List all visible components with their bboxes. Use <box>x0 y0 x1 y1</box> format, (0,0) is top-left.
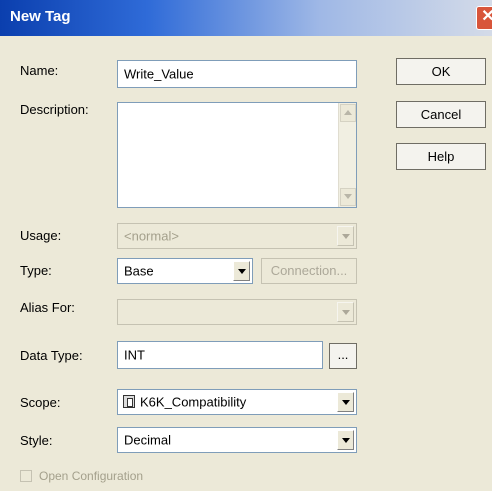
ok-button[interactable]: OK <box>396 58 486 85</box>
open-configuration-checkbox[interactable] <box>20 470 32 482</box>
window-title: New Tag <box>10 8 71 25</box>
usage-select[interactable]: <normal> <box>117 223 357 249</box>
scope-select[interactable]: K6K_Compatibility <box>117 389 357 415</box>
chevron-down-icon[interactable] <box>337 302 354 322</box>
alias-for-label: Alias For: <box>20 300 75 315</box>
data-type-value: INT <box>124 347 145 363</box>
usage-label: Usage: <box>20 228 62 243</box>
style-value: Decimal <box>124 432 171 448</box>
alias-for-select[interactable] <box>117 299 357 325</box>
scroll-up-icon[interactable] <box>340 104 356 122</box>
description-scrollbar[interactable] <box>338 103 356 207</box>
open-configuration-label: Open Configuration <box>39 469 144 483</box>
type-value: Base <box>124 263 154 279</box>
chevron-down-icon[interactable] <box>233 261 250 281</box>
data-type-input[interactable]: INT <box>117 341 323 369</box>
connection-button[interactable]: Connection... <box>261 258 357 284</box>
scroll-down-icon[interactable] <box>340 188 356 206</box>
browse-data-type-button[interactable]: ... <box>329 343 357 369</box>
description-label: Description: <box>20 102 89 117</box>
controller-icon <box>123 395 135 408</box>
name-input[interactable]: Write_Value <box>117 60 357 88</box>
name-label: Name: <box>20 63 59 78</box>
chevron-down-icon[interactable] <box>337 226 354 246</box>
scope-value: K6K_Compatibility <box>140 394 247 410</box>
data-type-label: Data Type: <box>20 348 83 363</box>
cancel-button[interactable]: Cancel <box>396 101 486 128</box>
style-select[interactable]: Decimal <box>117 427 357 453</box>
type-label: Type: <box>20 263 52 278</box>
chevron-down-icon[interactable] <box>337 430 354 450</box>
type-select[interactable]: Base <box>117 258 253 284</box>
help-button[interactable]: Help <box>396 143 486 170</box>
close-icon[interactable]: ✕ <box>476 6 492 30</box>
new-tag-dialog: New Tag ✕ Name: Write_Value Description:… <box>0 0 492 491</box>
usage-value: <normal> <box>124 228 179 244</box>
name-input-value: Write_Value <box>124 66 194 82</box>
description-textarea[interactable] <box>117 102 357 208</box>
style-label: Style: <box>20 433 53 448</box>
title-bar: New Tag ✕ <box>0 0 492 36</box>
chevron-down-icon[interactable] <box>337 392 354 412</box>
scope-label: Scope: <box>20 395 61 410</box>
